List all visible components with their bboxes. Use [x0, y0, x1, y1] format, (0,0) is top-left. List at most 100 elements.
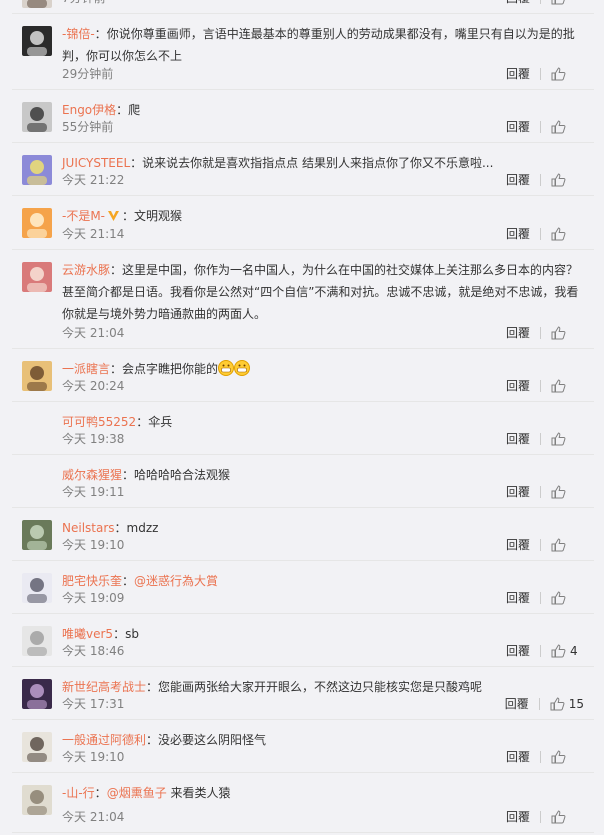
avatar[interactable]: [22, 155, 52, 185]
comment-actions: 回覆: [506, 171, 584, 189]
comment-meta: 今天 21:22 回覆: [62, 171, 584, 189]
reply-button[interactable]: 回覆: [506, 748, 530, 766]
like-button[interactable]: [551, 750, 584, 764]
timestamp: 29分钟前: [62, 67, 114, 81]
avatar[interactable]: [22, 732, 52, 762]
verified-badge-icon: [107, 207, 120, 221]
like-button[interactable]: [551, 538, 584, 552]
comment-item: -山-行：@烟熏鱼子 来看类人猿 今天 21:04 回覆: [12, 773, 594, 833]
comment-text: 云游水豚：这里是中国，你作为一名中国人，为什么在中国的社交媒体上关注那么多日本的…: [62, 259, 584, 325]
thumbs-up-icon: [551, 750, 566, 764]
username-link[interactable]: 肥宅快乐奎: [62, 574, 122, 588]
like-button[interactable]: 4: [551, 642, 584, 660]
avatar[interactable]: [22, 102, 52, 132]
username-link[interactable]: 云游水豚: [62, 263, 110, 277]
reply-button[interactable]: 回覆: [506, 589, 530, 607]
comment-actions: 回覆: [506, 808, 584, 826]
comment-item: 唯曦ver5：sb 今天 18:46 回覆 4: [12, 614, 594, 667]
reply-button[interactable]: 回覆: [506, 324, 530, 342]
like-button[interactable]: [551, 326, 584, 340]
thumbs-up-icon: [551, 591, 566, 605]
avatar[interactable]: [22, 262, 52, 292]
username-link[interactable]: 唯曦ver5: [62, 627, 113, 641]
username-link[interactable]: 可可鸭55252: [62, 415, 136, 429]
thumbs-up-icon: [551, 120, 566, 134]
comment-item: 一派瞎言：会点字瞧把你能的 今天 20:24 回覆: [12, 349, 594, 402]
avatar[interactable]: [22, 26, 52, 56]
comment-item: JUICYSTEEL：说来说去你就是喜欢指指点点 结果别人来指点你了你又不乐意啦…: [12, 143, 594, 196]
action-divider: [540, 539, 541, 551]
username-link[interactable]: 威尔森猩猩: [62, 468, 122, 482]
comment-content: 你说你尊重画师，言语中连最基本的尊重别人的劳动成果都没有，嘴里只有自以为是的批判…: [62, 27, 575, 63]
timestamp: 今天 19:38: [62, 432, 125, 446]
username-link[interactable]: Neilstars: [62, 521, 115, 535]
reply-button[interactable]: 回覆: [505, 695, 529, 713]
thumbs-up-icon: [551, 173, 566, 187]
like-button[interactable]: [551, 120, 584, 134]
like-button[interactable]: [551, 67, 584, 81]
reply-button[interactable]: 回覆: [506, 171, 530, 189]
avatar[interactable]: [22, 785, 52, 815]
mention-link[interactable]: @烟熏鱼子: [107, 786, 167, 800]
avatar[interactable]: [22, 361, 52, 391]
avatar[interactable]: [22, 0, 52, 8]
comment-meta: 今天 20:24 回覆: [62, 377, 584, 395]
comment-item: 肥宅快乐奎：@迷惑行為大賞 今天 19:09 回覆: [12, 561, 594, 614]
separator-colon: ：: [122, 468, 135, 482]
like-button[interactable]: 15: [550, 695, 584, 713]
avatar[interactable]: [22, 573, 52, 603]
thumbs-up-icon: [551, 485, 566, 499]
reply-button[interactable]: 回覆: [506, 808, 530, 826]
comment-actions: 回覆: [506, 430, 584, 448]
like-button[interactable]: [551, 432, 584, 446]
avatar[interactable]: [22, 626, 52, 656]
mention-link[interactable]: @迷惑行為大賞: [134, 574, 218, 588]
username-link[interactable]: JUICYSTEEL: [62, 156, 130, 170]
comment-content: 哈哈哈哈合法观猴: [134, 468, 231, 482]
username-link[interactable]: 新世纪高考战士: [62, 680, 146, 694]
comment-actions: 回覆: [506, 65, 584, 83]
thumbs-up-icon: [551, 227, 566, 241]
comment-actions: 回覆: [506, 0, 584, 7]
comment-list: 7分钟前回覆-锦倍-：你说你尊重画师，言语中连最基本的尊重别人的劳动成果都没有，…: [12, 0, 594, 833]
timestamp: 今天 19:10: [62, 750, 125, 764]
like-button[interactable]: [551, 379, 584, 393]
separator-colon: ：: [110, 263, 123, 277]
reply-button[interactable]: 回覆: [506, 642, 530, 660]
comment-item: 威尔森猩猩：哈哈哈哈合法观猴 今天 19:11 回覆: [12, 455, 594, 508]
avatar[interactable]: [22, 520, 52, 550]
avatar[interactable]: [22, 208, 52, 238]
username-link[interactable]: -锦倍-: [62, 27, 95, 41]
username-link[interactable]: -山-行: [62, 786, 95, 800]
action-divider: [540, 380, 541, 392]
username-link[interactable]: Engo伊格: [62, 103, 116, 117]
timestamp: 今天 17:31: [62, 697, 125, 711]
like-button[interactable]: [551, 0, 584, 5]
like-button[interactable]: [551, 591, 584, 605]
like-button[interactable]: [551, 810, 584, 824]
comment-text: -不是M- ：文明观猴: [62, 205, 584, 227]
reply-button[interactable]: 回覆: [506, 225, 530, 243]
reply-button[interactable]: 回覆: [506, 118, 530, 136]
thumbs-up-icon: [551, 379, 566, 393]
reply-button[interactable]: 回覆: [506, 483, 530, 501]
reply-button[interactable]: 回覆: [506, 65, 530, 83]
reply-button[interactable]: 回覆: [506, 536, 530, 554]
comment-actions: 回覆: [506, 225, 584, 243]
comment-actions: 回覆: [506, 589, 584, 607]
reply-button[interactable]: 回覆: [506, 430, 530, 448]
like-button[interactable]: [551, 173, 584, 187]
avatar[interactable]: [22, 679, 52, 709]
reply-button[interactable]: 回覆: [506, 377, 530, 395]
username-link[interactable]: -不是M-: [62, 209, 105, 223]
grin-emoji-icon: [218, 360, 235, 376]
reply-button[interactable]: 回覆: [506, 0, 530, 7]
comment-body: -不是M- ：文明观猴: [62, 205, 584, 227]
username-link[interactable]: 一般通过阿德利: [62, 733, 146, 747]
timestamp: 今天 18:46: [62, 644, 125, 658]
like-count: 15: [568, 697, 584, 711]
like-button[interactable]: [551, 485, 584, 499]
comment-content: mdzz: [126, 521, 159, 535]
like-button[interactable]: [551, 227, 584, 241]
username-link[interactable]: 一派瞎言: [62, 362, 110, 376]
